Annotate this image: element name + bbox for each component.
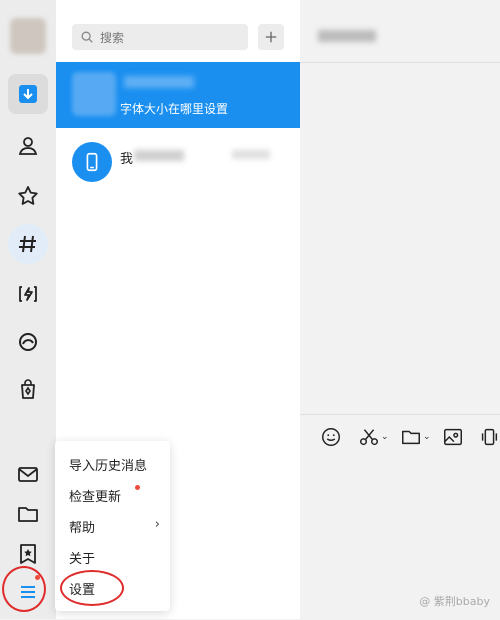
phone-vibrate-icon	[481, 428, 498, 446]
person-icon	[18, 137, 38, 155]
add-button[interactable]	[258, 24, 284, 50]
scissors-icon	[360, 429, 378, 446]
hashtag-icon	[19, 235, 36, 253]
conversation-avatar	[72, 72, 116, 116]
update-notification-dot	[135, 485, 140, 490]
conversation-item[interactable]: 我	[56, 134, 300, 194]
contacts-icon[interactable]	[8, 126, 48, 166]
channels-icon[interactable]	[8, 224, 48, 264]
user-avatar[interactable]	[8, 16, 48, 56]
bracket-lightning-icon	[19, 286, 37, 302]
conversation-item-active[interactable]: 字体大小在哪里设置	[56, 62, 300, 128]
chat-title-redacted	[318, 30, 376, 42]
menu-item-import-history[interactable]: 导入历史消息	[69, 455, 147, 474]
conversation-title-redacted	[124, 76, 194, 88]
watermark: @ 紫荆bbaby	[419, 595, 490, 608]
chat-area	[300, 0, 500, 619]
menu-item-help[interactable]: 帮助	[69, 517, 95, 536]
search-input[interactable]: 搜索	[100, 29, 124, 46]
bag-icon	[21, 379, 35, 399]
shopping-icon[interactable]	[8, 370, 48, 410]
chevron-down-icon: ⌄	[423, 432, 431, 442]
menu-item-check-update[interactable]: 检查更新	[69, 486, 121, 505]
phone-call-button[interactable]	[478, 426, 500, 448]
send-image-button[interactable]	[442, 426, 464, 448]
phone-icon	[86, 152, 98, 172]
menu-item-about[interactable]: 关于	[69, 548, 95, 567]
conversation-preview: 字体大小在哪里设置	[120, 102, 229, 116]
mail-icon[interactable]	[8, 454, 48, 494]
nav-rail	[0, 0, 56, 619]
send-file-button[interactable]: ⌄	[400, 426, 431, 448]
download-icon[interactable]	[8, 74, 48, 114]
avatar-image	[10, 18, 46, 54]
emoji-button[interactable]	[320, 426, 342, 448]
folder-outline-icon	[18, 507, 38, 522]
conversation-title: 我	[120, 152, 134, 167]
search-icon	[81, 31, 93, 43]
chevron-down-icon: ⌄	[381, 432, 389, 442]
emoji-icon	[322, 428, 340, 446]
conversation-time-redacted	[232, 150, 270, 159]
star-icon	[18, 186, 38, 205]
folder-icon[interactable]	[8, 494, 48, 534]
phone-avatar	[72, 142, 112, 182]
annotation-circle-menu	[2, 566, 46, 612]
screenshot-tool-button[interactable]: ⌄	[358, 426, 389, 448]
chat-header	[300, 0, 500, 63]
bookmark-star-icon	[20, 544, 36, 564]
annotation-circle-settings	[60, 570, 124, 606]
favorites-icon[interactable]	[8, 176, 48, 216]
chevron-right-icon: ›	[154, 517, 160, 532]
mini-apps-icon[interactable]	[8, 274, 48, 314]
conversation-title-redacted	[134, 150, 184, 161]
image-icon	[444, 428, 462, 446]
download-arrow-icon	[19, 85, 37, 103]
search-box[interactable]: 搜索	[72, 24, 248, 50]
envelope-icon	[18, 467, 38, 482]
circle-icon	[19, 333, 37, 351]
folder-icon	[402, 430, 420, 445]
moments-icon[interactable]	[8, 322, 48, 362]
plus-icon	[265, 31, 277, 43]
